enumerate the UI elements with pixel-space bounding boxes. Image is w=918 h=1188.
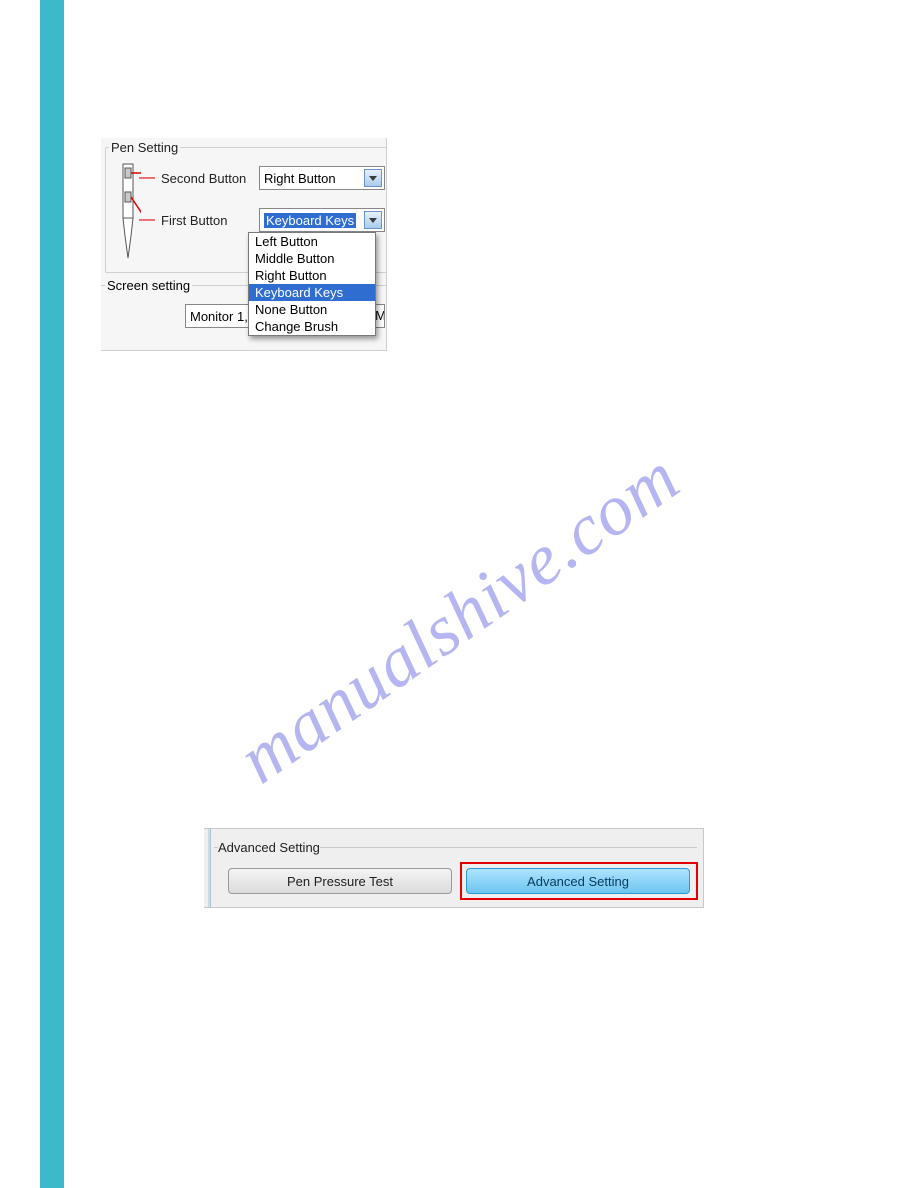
screen-setting-title: Screen setting [105,278,192,293]
dropdown-option[interactable]: None Button [249,301,375,318]
dropdown-option[interactable]: Left Button [249,233,375,250]
page-accent-bar [40,0,64,1188]
chevron-down-icon[interactable] [364,211,382,229]
first-button-value: Keyboard Keys [264,213,356,228]
panel-left-edge [208,829,211,907]
first-button-row: — First Button Keyboard Keys [139,208,385,232]
second-button-combo[interactable]: Right Button [259,166,385,190]
pen-icon [115,162,141,260]
connector-icon: — [139,169,155,187]
dropdown-option[interactable]: Middle Button [249,250,375,267]
pen-setting-panel: Pen Setting — Second Button Right Button… [101,138,387,351]
connector-icon: — [139,211,155,229]
advanced-setting-panel: Advanced Setting Pen Pressure Test Advan… [204,828,704,908]
pen-setting-title: Pen Setting [109,140,180,155]
first-button-combo[interactable]: Keyboard Keys [259,208,385,232]
second-button-label: Second Button [161,171,255,186]
pen-pressure-test-button[interactable]: Pen Pressure Test [228,868,452,894]
watermark-text: manualshive.com [223,436,694,800]
dropdown-option[interactable]: Change Brush [249,318,375,335]
second-button-row: — Second Button Right Button [139,166,385,190]
advanced-setting-button[interactable]: Advanced Setting [466,868,690,894]
chevron-down-icon[interactable] [364,169,382,187]
advanced-title: Advanced Setting [218,840,320,855]
first-button-label: First Button [161,213,255,228]
second-button-value: Right Button [264,171,336,186]
dropdown-option[interactable]: Right Button [249,267,375,284]
first-button-dropdown[interactable]: Left Button Middle Button Right Button K… [248,232,376,336]
dropdown-option-selected[interactable]: Keyboard Keys [249,284,375,301]
